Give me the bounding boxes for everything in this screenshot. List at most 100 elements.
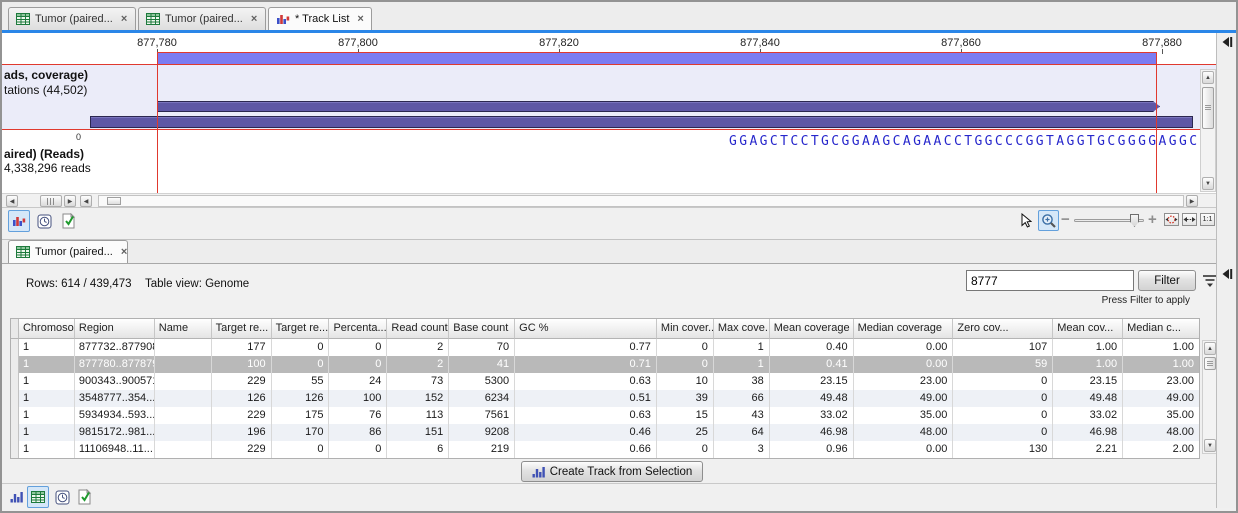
track-list-mode-button[interactable] — [8, 210, 30, 232]
scrollbar-thumb[interactable] — [107, 197, 121, 205]
element-info-button[interactable] — [58, 211, 78, 231]
table-cell: 0.00 — [854, 441, 954, 458]
close-icon[interactable]: × — [121, 13, 127, 25]
table-cell: 219 — [449, 441, 515, 458]
tab-tumor-paired-table[interactable]: Tumor (paired... × — [8, 240, 128, 263]
table-row[interactable]: 13548777..354...12612610015262340.513966… — [11, 390, 1199, 407]
table-cell: 0 — [953, 373, 1053, 390]
table-mode-button[interactable] — [27, 486, 49, 508]
tab-tumor-paired-1[interactable]: Tumor (paired... × — [8, 7, 136, 30]
scrollbar-thumb[interactable] — [1202, 87, 1214, 129]
tab-track-list[interactable]: * Track List × — [268, 7, 372, 30]
scroll-up-icon[interactable]: ▲ — [1204, 342, 1216, 355]
create-track-from-selection-button[interactable]: Create Track from Selection — [521, 461, 703, 482]
close-icon[interactable]: × — [251, 13, 257, 25]
table-cell: 1.00 — [1053, 339, 1123, 356]
pointer-tool-button[interactable] — [1018, 211, 1034, 229]
table-row[interactable]: 15934934..593...2291757611375610.6315433… — [11, 407, 1199, 424]
history-button[interactable] — [34, 211, 54, 231]
scroll-down-icon[interactable]: ▼ — [1202, 177, 1214, 190]
scroll-left-icon[interactable]: ◀ — [80, 195, 92, 207]
column-header[interactable]: Target re... — [272, 319, 330, 339]
table-cell: 64 — [714, 424, 770, 441]
tab-label: * Track List — [295, 13, 349, 25]
annotation-track-title: ads, coverage) — [4, 68, 88, 82]
column-header[interactable]: Zero cov... — [953, 319, 1053, 339]
table-cell: 35.00 — [1123, 407, 1199, 424]
filter-input[interactable] — [966, 270, 1134, 291]
tab-label: Tumor (paired... — [35, 246, 113, 258]
zoom-in-plus[interactable]: + — [1148, 214, 1157, 226]
table-cell: 2.00 — [1123, 441, 1199, 458]
column-header[interactable]: Median coverage — [854, 319, 954, 339]
table-cell: 0 — [657, 339, 714, 356]
fit-width-icon — [1183, 215, 1196, 224]
row-header-gutter — [11, 339, 19, 356]
column-header[interactable]: Median c... — [1123, 319, 1199, 339]
table-cell: 1 — [19, 424, 75, 441]
zoom-to-selection-button[interactable] — [1164, 213, 1179, 226]
zoom-out-minus[interactable]: − — [1061, 214, 1070, 226]
zoom-one-to-one-button[interactable]: 1:1 — [1200, 213, 1215, 226]
track-vertical-scrollbar[interactable]: ▲ ▼ — [1200, 69, 1216, 192]
tab-label: Tumor (paired... — [35, 13, 113, 25]
filter-button[interactable]: Filter — [1138, 270, 1196, 291]
table-header-row: Chromoso...RegionNameTarget re...Target … — [11, 319, 1199, 339]
coverage-zero-label: 0 — [76, 132, 81, 142]
column-header[interactable]: Target re... — [212, 319, 272, 339]
table-cell: 46.98 — [1053, 424, 1123, 441]
table-row[interactable]: 1900343..90057122955247353000.63103823.1… — [11, 373, 1199, 390]
column-header[interactable]: Min cover... — [657, 319, 714, 339]
column-header[interactable]: Mean coverage — [770, 319, 854, 339]
close-icon[interactable]: × — [357, 13, 363, 25]
table-cell: 900343..900571 — [75, 373, 155, 390]
table-cell: 49.48 — [1053, 390, 1123, 407]
ruler-tick-label: 877,840 — [740, 37, 780, 49]
scrollbar-thumb[interactable] — [1204, 357, 1216, 370]
zoom-slider-thumb[interactable] — [1130, 214, 1139, 227]
table-cell: 877780..877879 — [75, 356, 155, 373]
scroll-right-icon[interactable]: ▶ — [64, 195, 76, 207]
table-row[interactable]: 111106948..11...2290062190.66030.960.001… — [11, 441, 1199, 458]
column-header[interactable]: Read count — [387, 319, 449, 339]
gene-annotation-bar[interactable] — [157, 101, 1160, 112]
ruler-tick-label: 877,880 — [1142, 37, 1182, 49]
track-list-view: 877,780877,800877,820877,840877,860877,8… — [2, 33, 1216, 193]
scrollbar-track[interactable] — [98, 195, 1184, 207]
fit-width-button[interactable] — [1182, 213, 1197, 226]
element-info-button[interactable] — [74, 487, 94, 507]
collapse-side-panel-button[interactable] — [1221, 267, 1234, 280]
table-row[interactable]: 19815172..981...1961708615192080.4625644… — [11, 424, 1199, 441]
bar-chart-icon — [10, 491, 23, 503]
chart-mode-button[interactable] — [7, 488, 25, 506]
collapse-side-panel-button[interactable] — [1221, 35, 1234, 48]
scroll-up-icon[interactable]: ▲ — [1202, 71, 1214, 84]
table-cell: 175 — [272, 407, 330, 424]
tab-tumor-paired-2[interactable]: Tumor (paired... × — [138, 7, 266, 30]
close-icon[interactable]: × — [121, 246, 127, 258]
column-header[interactable]: Chromoso... — [19, 319, 75, 339]
table-cell: 1.00 — [1123, 356, 1199, 373]
column-header[interactable]: Region — [75, 319, 155, 339]
table-cell: 38 — [714, 373, 770, 390]
column-header[interactable]: Base count — [449, 319, 515, 339]
scroll-down-icon[interactable]: ▼ — [1204, 439, 1216, 452]
column-header[interactable]: Name — [155, 319, 212, 339]
table-row[interactable]: 1877780..877879100002410.71010.410.00591… — [11, 356, 1199, 373]
table-cell: 0 — [657, 441, 714, 458]
reference-sequence: GGAGCTCCTGCGGAAGCAGAACCTGGCCCGGTAGGTGCGG… — [729, 134, 1199, 149]
transcript-annotation-bar[interactable] — [90, 116, 1193, 128]
column-header[interactable]: GC % — [515, 319, 657, 339]
ruler-tick-label: 877,820 — [539, 37, 579, 49]
column-header[interactable]: Percenta... — [329, 319, 387, 339]
zoom-tool-button[interactable] — [1038, 210, 1059, 231]
column-header[interactable]: Mean cov... — [1053, 319, 1123, 339]
splitter-grip[interactable] — [40, 195, 62, 207]
scroll-right-icon[interactable]: ▶ — [1186, 195, 1198, 207]
table-row[interactable]: 1877732..877908177002700.77010.400.00107… — [11, 339, 1199, 356]
history-button[interactable] — [52, 487, 72, 507]
scroll-left-icon[interactable]: ◀ — [6, 195, 18, 207]
column-header[interactable]: Max cove... — [714, 319, 770, 339]
table-body: 1877732..877908177002700.77010.400.00107… — [11, 339, 1199, 458]
coverage-table: Chromoso...RegionNameTarget re...Target … — [10, 318, 1200, 459]
